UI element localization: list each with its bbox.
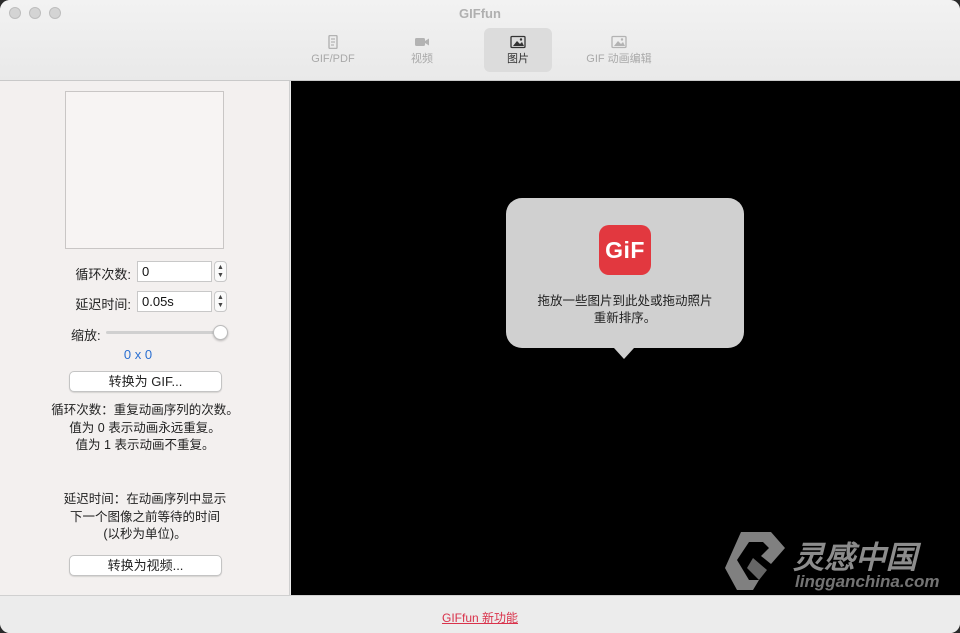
tab-gif-editor[interactable]: GIF 动画编辑: [580, 28, 658, 72]
tab-gif-pdf[interactable]: GIF/PDF: [302, 28, 364, 72]
help-line: 延迟时间：在动画序列中显示: [63, 492, 227, 506]
tab-label: GIF 动画编辑: [586, 53, 652, 65]
image-drop-area[interactable]: GiF 拖放一些图片到此处或拖动照片 重新排序。 灵感中国 lingganchi…: [291, 81, 960, 595]
scale-slider-thumb[interactable]: [213, 325, 228, 340]
tab-label: 图片: [507, 53, 529, 65]
help-line: (以秒为单位)。: [103, 527, 187, 541]
drop-hint-text: 拖放一些图片到此处或拖动照片 重新排序。: [506, 293, 744, 327]
convert-to-video-button[interactable]: 转换为视频...: [69, 555, 222, 576]
tab-bar: GIF/PDF 视频 图片 GIF 动画编辑: [0, 28, 960, 74]
video-camera-icon: [415, 38, 429, 46]
settings-sidebar: 循环次数: ▲ ▼ 延迟时间: ▲ ▼ 缩放: 0 x 0 转换为 GIF...…: [0, 81, 290, 595]
whats-new-link[interactable]: GIFfun 新功能: [0, 609, 960, 626]
delay-row: 延迟时间: ▲ ▼: [0, 291, 290, 313]
tab-images[interactable]: 图片: [484, 28, 552, 72]
watermark-text: 灵感中国: [793, 540, 917, 575]
loop-count-row: 循环次数: ▲ ▼: [0, 261, 290, 283]
chevron-down-icon: ▼: [217, 301, 224, 309]
help-line: 下一个图像之前等待的时间: [69, 509, 220, 524]
drop-hint-line: 重新排序。: [593, 311, 657, 325]
gif-logo-icon: GiF: [599, 225, 651, 275]
chevron-up-icon: ▲: [217, 293, 224, 301]
drop-hint-popover: GiF 拖放一些图片到此处或拖动照片 重新排序。: [506, 198, 744, 359]
loop-help-text: 循环次数：重复动画序列的次数。 值为 0 表示动画永远重复。 值为 1 表示动画…: [0, 402, 290, 455]
chevron-up-icon: ▲: [217, 263, 224, 271]
image-icon: [510, 35, 526, 49]
scale-label: 缩放:: [71, 328, 101, 343]
footer-bar: GIFfun 新功能: [0, 595, 960, 633]
help-line: 值为 1 表示动画不重复。: [75, 438, 215, 452]
chevron-down-icon: ▼: [217, 271, 224, 279]
drop-hint-line: 拖放一些图片到此处或拖动照片: [537, 294, 713, 308]
convert-to-gif-button[interactable]: 转换为 GIF...: [69, 371, 222, 392]
window-title: GIFfun: [459, 6, 501, 21]
loop-count-input[interactable]: [137, 261, 212, 282]
image-edit-icon: [611, 35, 627, 49]
delay-input[interactable]: [137, 291, 212, 312]
document-icon: [328, 35, 338, 49]
watermark-logo-icon: [725, 532, 785, 590]
help-line: 值为 0 表示动画永远重复。: [69, 420, 221, 435]
delay-help-text: 延迟时间：在动画序列中显示 下一个图像之前等待的时间 (以秒为单位)。: [0, 491, 290, 544]
scale-slider-track[interactable]: [106, 331, 222, 334]
app-window: GIFfun GIF/PDF 视频 图片 GIF 动画编辑 循环次数: 0 ▲ …: [0, 0, 960, 633]
delay-stepper[interactable]: ▲ ▼: [214, 291, 227, 312]
watermark-url: lingganchina.com: [795, 572, 940, 591]
loop-count-stepper[interactable]: ▲ ▼: [214, 261, 227, 282]
tab-label: GIF/PDF: [311, 53, 355, 65]
image-preview: [65, 91, 224, 249]
delay-label: 延迟时间:: [75, 297, 131, 312]
output-dimensions: 0 x 0: [123, 347, 153, 362]
loop-count-label: 循环次数:: [75, 267, 131, 282]
tab-video[interactable]: 视频: [396, 28, 448, 72]
watermark: 灵感中国 lingganchina.com: [723, 528, 940, 599]
help-line: 循环次数：重复动画序列的次数。: [51, 403, 239, 417]
toolbar: GIFfun GIF/PDF 视频 图片 GIF 动画编辑: [0, 0, 960, 81]
tab-label: 视频: [411, 53, 433, 65]
